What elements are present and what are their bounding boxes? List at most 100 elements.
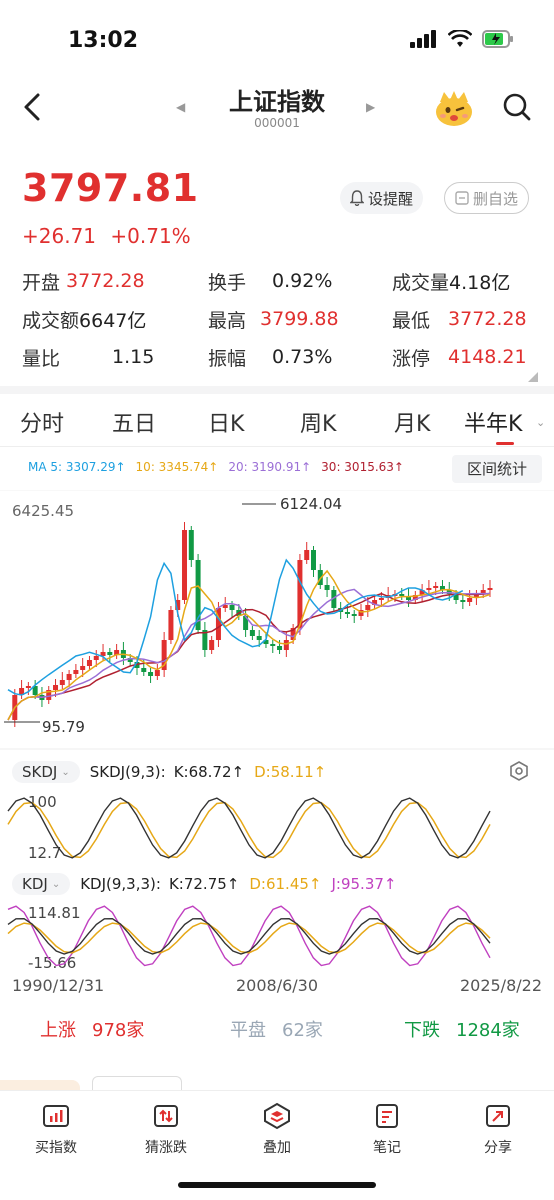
candle-body [324, 585, 330, 590]
candle-body [141, 668, 147, 672]
current-price: 3797.81 [22, 166, 199, 210]
kdj-chart[interactable]: 114.81 -15.66 [0, 898, 554, 974]
skdj-bottom-label: 12.7 [28, 844, 61, 862]
candle-body [351, 614, 357, 616]
overlay-button[interactable]: 叠加 [237, 1101, 317, 1157]
signal-icon [410, 30, 436, 48]
share-button[interactable]: 分享 [458, 1101, 538, 1157]
buy-index-button[interactable]: 买指数 [16, 1101, 96, 1157]
candle-body [399, 594, 405, 596]
candle-body [249, 630, 255, 636]
guess-button[interactable]: 猜涨跌 [126, 1101, 206, 1157]
skdj-d-line [7, 801, 491, 859]
set-alert-label: 设提醒 [368, 189, 414, 208]
candle-body [80, 666, 86, 670]
stat-open: 开盘 3772.28 [22, 268, 208, 295]
skdj-k-line [7, 797, 491, 859]
candle-body [53, 685, 59, 690]
mascot-icon[interactable] [432, 88, 476, 128]
candle-body [426, 588, 432, 590]
overlay-label: 叠加 [263, 1140, 291, 1156]
share-label: 分享 [484, 1140, 512, 1156]
skdj-name: SKDJ(9,3): [89, 763, 166, 781]
range-stats-button[interactable]: 区间统计 [452, 455, 542, 483]
stat-label: 振幅 [208, 347, 247, 370]
tab-weekly-k[interactable]: 周K [300, 406, 336, 438]
candle-body [270, 644, 276, 646]
stat-value: 6647亿 [79, 309, 147, 332]
notes-label: 笔记 [373, 1140, 401, 1156]
ma-legend: MA 5: 3307.29↑ 10: 3345.74↑ 20: 3190.91↑… [28, 460, 404, 474]
settings-hex-icon[interactable] [508, 760, 530, 782]
candle-body [277, 646, 283, 650]
stat-value: 4148.21 [448, 346, 527, 368]
skdj-tag[interactable]: SKDJ ⌄ [12, 761, 80, 783]
stat-label: 换手 [208, 271, 247, 294]
candle-body [467, 598, 473, 602]
tab-daily-k[interactable]: 日K [208, 406, 244, 438]
change-value: +26.71 [22, 224, 97, 248]
stat-label: 涨停 [392, 347, 431, 370]
tab-monthly-k[interactable]: 月K [394, 406, 430, 438]
expand-corner-icon[interactable] [528, 372, 538, 382]
kdj-header: KDJ ⌄ KDJ(9,3,3): K:72.75↑ D:61.45↑ J:95.… [12, 872, 396, 896]
candle-body [93, 656, 99, 660]
period-tabs: 分时 五日 日K 周K 月K 半年K ⌄ [0, 402, 554, 446]
candle-body [344, 612, 350, 614]
candle-body [487, 588, 493, 590]
change-percent: +0.71% [110, 224, 191, 248]
promo-tab-right[interactable] [92, 1076, 182, 1090]
candle-body [148, 672, 154, 676]
kdj-k: K:72.75↑ [168, 875, 240, 893]
kline-chart[interactable]: 6425.45 6124.04 95.79 [0, 490, 554, 750]
candle-body [168, 610, 174, 640]
tab-intraday[interactable]: 分时 [20, 406, 64, 438]
tab-half-year-k[interactable]: 半年K [464, 406, 522, 438]
layers-icon [264, 1102, 290, 1130]
candle-body [86, 660, 92, 666]
stat-volume-ratio: 量比 1.15 [22, 344, 208, 371]
date-mid: 2008/6/30 [236, 976, 319, 995]
minus-box-icon [455, 191, 469, 205]
notes-button[interactable]: 笔记 [347, 1101, 427, 1157]
ma30-line [7, 592, 491, 721]
date-axis: 1990/12/31 2008/6/30 2025/8/22 [12, 976, 542, 998]
stat-low: 最低 3772.28 [392, 306, 527, 333]
skdj-tag-label: SKDJ [22, 763, 58, 781]
candle-body [107, 652, 113, 655]
skdj-header: SKDJ ⌄ SKDJ(9,3): K:68.72↑ D:58.11↑ [12, 760, 326, 784]
high-label: 6124.04 [280, 495, 342, 513]
next-stock-icon[interactable]: ▶ [366, 100, 375, 114]
promo-tab-left[interactable] [0, 1080, 80, 1090]
candle-body [304, 550, 310, 560]
tab-five-day[interactable]: 五日 [112, 406, 156, 438]
stat-label: 最高 [208, 309, 247, 332]
set-alert-button[interactable]: 设提醒 [340, 182, 424, 214]
kdj-tag-label: KDJ [22, 875, 48, 893]
kdj-tag[interactable]: KDJ ⌄ [12, 873, 71, 895]
candle-body [188, 530, 194, 560]
section-divider [0, 386, 554, 394]
kdj-d: D:61.45↑ [249, 875, 322, 893]
candle-body [256, 636, 262, 640]
guess-updown-icon [154, 1105, 178, 1127]
flat-count: 62家 [282, 1020, 323, 1041]
stat-label: 成交额 [22, 309, 80, 332]
up-count: 978家 [92, 1020, 145, 1041]
share-icon [486, 1105, 510, 1127]
stat-label: 成交量 [392, 271, 450, 294]
flat-label: 平盘 [230, 1020, 266, 1041]
remove-favorite-button[interactable]: 删自选 [444, 182, 530, 214]
kdj-j: J:95.37↑ [331, 875, 397, 893]
market-breadth: 上涨 978家 平盘 62家 下跌 1284家 [0, 1016, 554, 1046]
kdj-top-label: 114.81 [28, 904, 81, 922]
ma30-value: 30: 3015.63↑ [321, 460, 404, 474]
buy-index-label: 买指数 [35, 1140, 77, 1156]
chevron-down-icon: ⌄ [51, 878, 61, 890]
tab-more-chevron-icon[interactable]: ⌄ [536, 416, 545, 429]
stat-volume: 成交量 4.18亿 [392, 268, 510, 295]
bell-icon [350, 190, 364, 206]
wifi-icon [448, 30, 472, 47]
skdj-chart[interactable]: 100 12.7 [0, 788, 554, 862]
search-icon[interactable] [502, 92, 532, 122]
